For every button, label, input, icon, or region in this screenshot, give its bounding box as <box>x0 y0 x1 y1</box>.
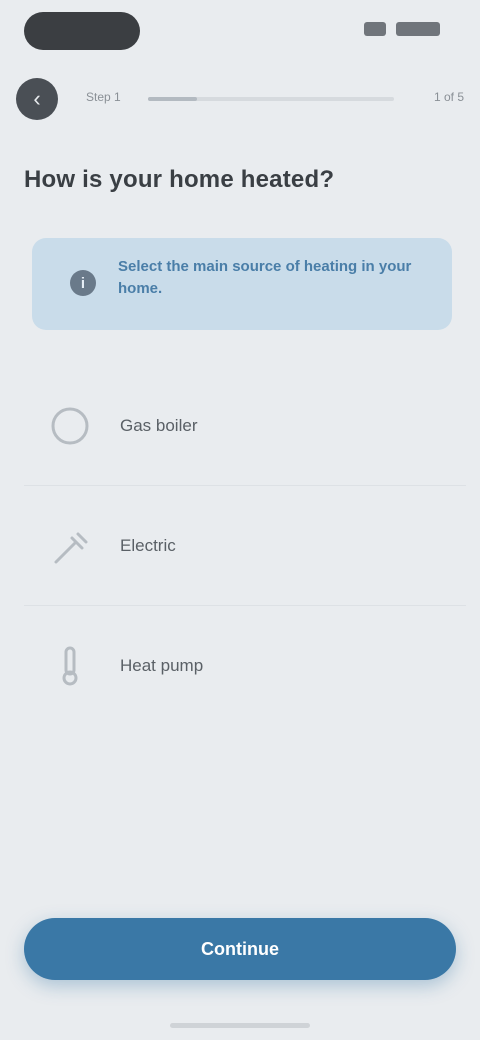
plug-icon <box>46 522 94 570</box>
option-label: Electric <box>120 535 176 555</box>
thermometer-icon <box>46 642 94 690</box>
option-gas-boiler[interactable]: Gas boiler <box>24 366 466 486</box>
option-list: Gas boiler Electric Heat pump <box>24 366 466 726</box>
option-label: Heat pump <box>120 656 204 675</box>
status-icons <box>364 22 440 36</box>
status-bar <box>0 0 480 64</box>
step-label: Step 1 <box>86 90 121 104</box>
step-count: 1 of 5 <box>433 90 464 104</box>
info-icon: i <box>70 270 96 296</box>
info-text: Select the main source of heating in you… <box>118 258 412 297</box>
flame-icon <box>46 402 94 450</box>
question-title: How is your home heated? <box>24 166 335 193</box>
battery-icon <box>396 22 440 36</box>
progress-bar-fill <box>148 97 198 101</box>
progress-header: ‹ Step 1 1 of 5 <box>8 72 464 120</box>
status-time-pill <box>24 12 140 50</box>
option-label: Gas boiler <box>120 415 198 435</box>
info-banner: i Select the main source of heating in y… <box>32 238 452 330</box>
option-electric[interactable]: Electric <box>24 486 466 606</box>
option-heat-pump[interactable]: Heat pump <box>24 606 466 726</box>
signal-icon <box>364 22 386 36</box>
home-indicator <box>170 1023 310 1028</box>
back-button[interactable]: ‹ <box>16 78 58 120</box>
continue-button[interactable]: Continue <box>24 918 456 980</box>
progress-bar <box>148 97 394 101</box>
chevron-left-icon: ‹ <box>33 86 41 111</box>
